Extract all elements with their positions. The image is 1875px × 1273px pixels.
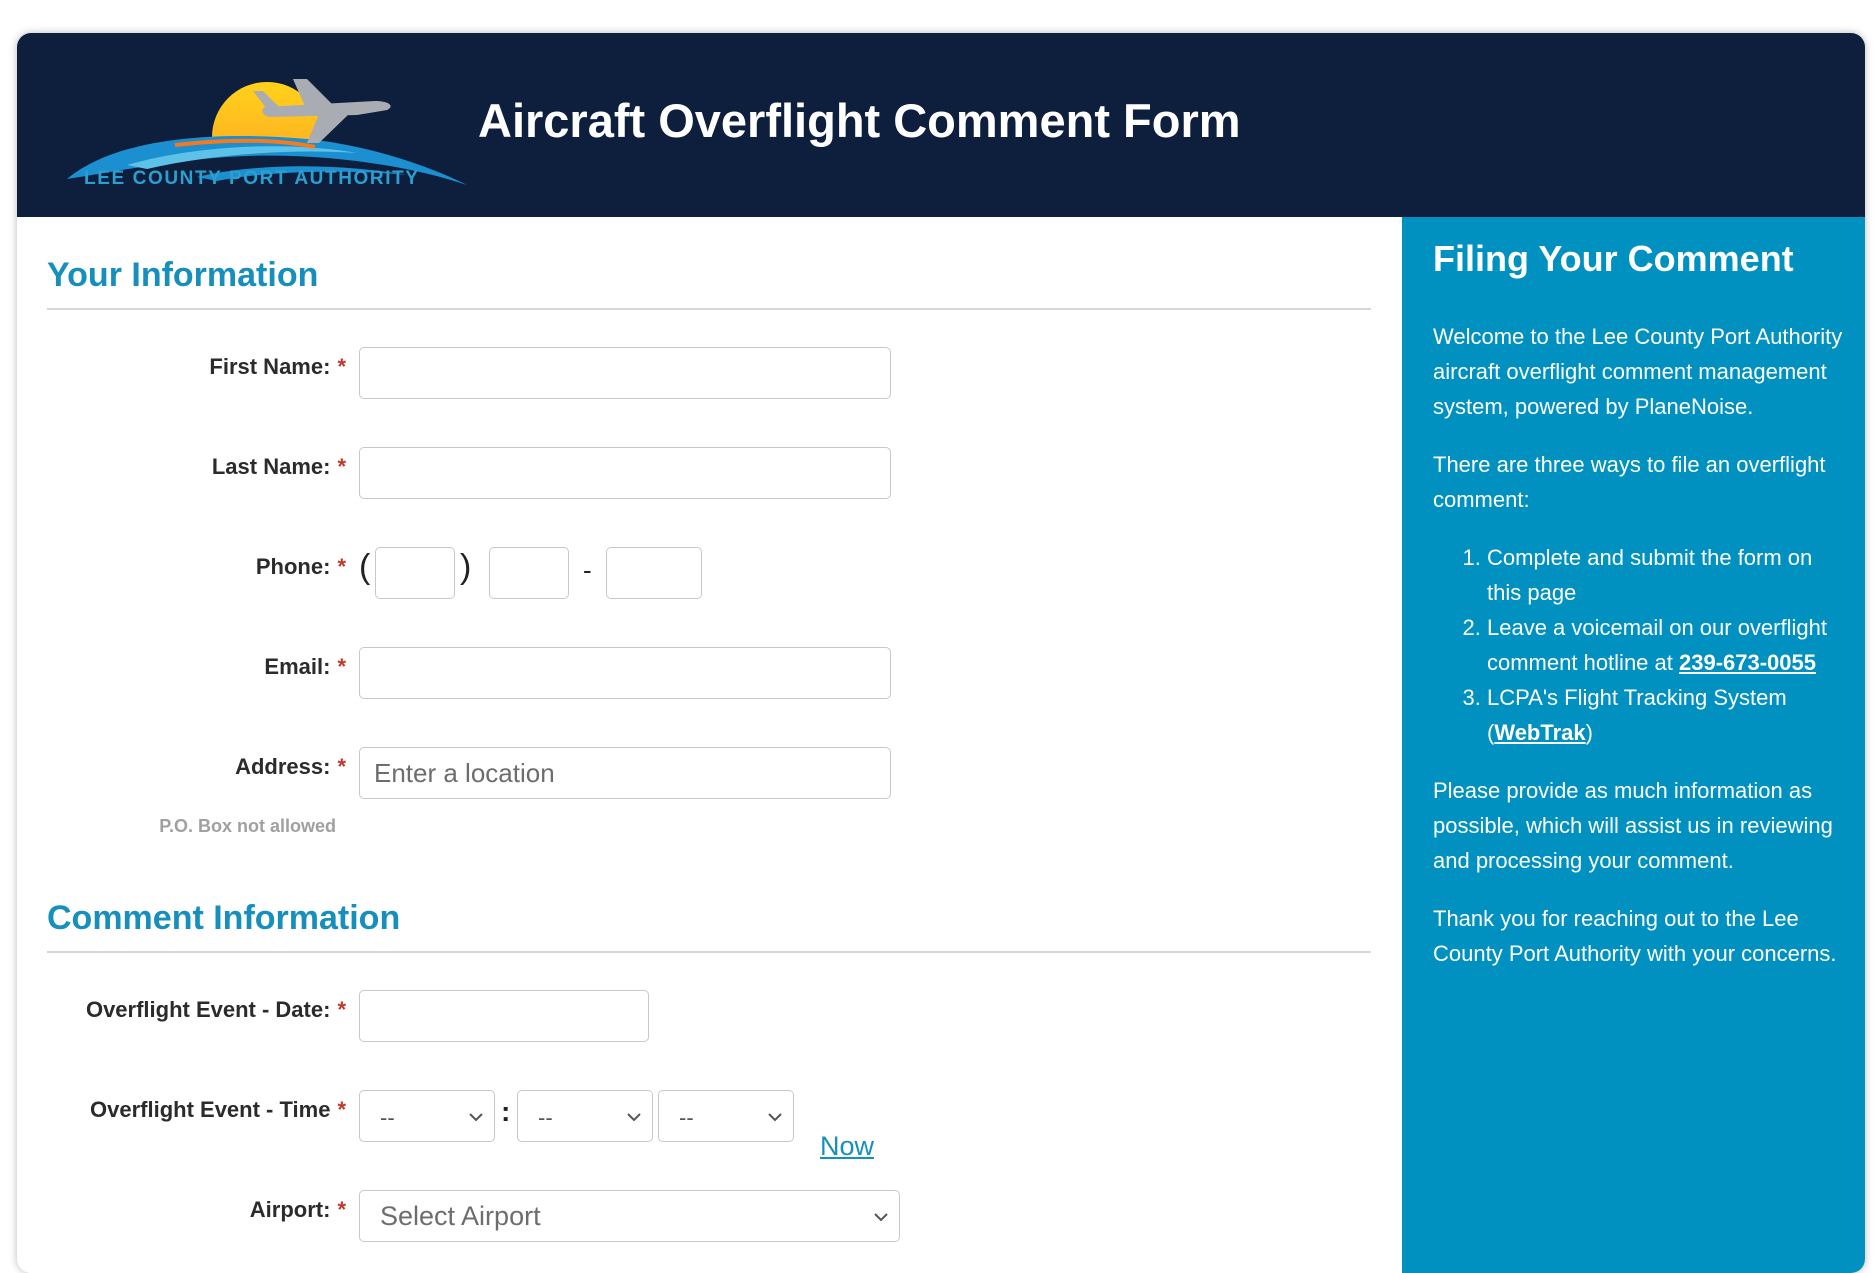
phone-area-code-input[interactable] bbox=[375, 547, 455, 599]
webtrak-link[interactable]: WebTrak bbox=[1494, 720, 1585, 745]
minute-select-value: -- bbox=[538, 1105, 553, 1130]
phone-line-input[interactable] bbox=[606, 547, 702, 599]
required-marker: * bbox=[337, 1097, 346, 1122]
required-marker: * bbox=[337, 454, 346, 479]
event-time-label: Overflight Event - Time * bbox=[90, 1097, 346, 1122]
chevron-down-icon bbox=[768, 1113, 782, 1122]
required-marker: * bbox=[337, 554, 346, 579]
email-label: Email: * bbox=[264, 654, 346, 679]
time-separator: : bbox=[501, 1096, 511, 1127]
last-name-label: Last Name: * bbox=[211, 454, 346, 479]
required-marker: * bbox=[337, 654, 346, 679]
hotline-link[interactable]: 239-673-0055 bbox=[1679, 650, 1816, 675]
sidebar-title: Filing Your Comment bbox=[1433, 238, 1794, 279]
sidebar-ways-intro: There are three ways to file an overflig… bbox=[1433, 452, 1826, 512]
page-title: Aircraft Overflight Comment Form bbox=[478, 94, 1241, 147]
required-marker: * bbox=[337, 1197, 346, 1222]
address-hint: P.O. Box not allowed bbox=[159, 816, 336, 836]
chevron-down-icon bbox=[627, 1113, 641, 1122]
ways-list: Complete and submit the form on this pag… bbox=[1433, 540, 1843, 750]
airport-label: Airport: * bbox=[249, 1197, 346, 1222]
way-item-webtrak: LCPA's Flight Tracking System (WebTrak) bbox=[1487, 680, 1843, 750]
required-marker: * bbox=[337, 997, 346, 1022]
address-input[interactable] bbox=[359, 747, 891, 799]
phone-label: Phone: * bbox=[255, 554, 346, 579]
minute-select[interactable]: -- bbox=[517, 1090, 653, 1142]
ampm-select-value: -- bbox=[679, 1105, 694, 1130]
sidebar-more-info: Please provide as much information as po… bbox=[1433, 778, 1833, 873]
airport-select-value: Select Airport bbox=[380, 1201, 541, 1231]
required-marker: * bbox=[337, 754, 346, 779]
airport-select[interactable]: Select Airport bbox=[359, 1190, 900, 1242]
form-card: LEE COUNTY PORT AUTHORITY Aircraft Overf… bbox=[17, 33, 1865, 1273]
chevron-down-icon bbox=[469, 1113, 483, 1122]
hour-select-value: -- bbox=[380, 1105, 395, 1130]
phone-open-paren: ( bbox=[359, 548, 371, 586]
section-divider bbox=[47, 308, 1371, 310]
first-name-label: First Name: * bbox=[209, 354, 346, 379]
filing-sidebar: Filing Your Comment Welcome to the Lee C… bbox=[1402, 217, 1865, 1273]
now-link[interactable]: Now bbox=[820, 1131, 874, 1162]
email-input[interactable] bbox=[359, 647, 891, 699]
way-item-voicemail: Leave a voicemail on our overflight comm… bbox=[1487, 610, 1843, 680]
sidebar-body: Welcome to the Lee County Port Authority… bbox=[1433, 319, 1843, 994]
sidebar-intro: Welcome to the Lee County Port Authority… bbox=[1433, 324, 1843, 419]
first-name-input[interactable] bbox=[359, 347, 891, 399]
phone-prefix-input[interactable] bbox=[489, 547, 569, 599]
required-marker: * bbox=[337, 354, 346, 379]
phone-close-paren: ) bbox=[460, 548, 472, 586]
hour-select[interactable]: -- bbox=[359, 1090, 495, 1142]
event-date-input[interactable] bbox=[359, 990, 649, 1042]
section-divider bbox=[47, 951, 1371, 953]
form-main: Your Information First Name: * Last Name:… bbox=[17, 217, 1402, 1273]
way-item-form: Complete and submit the form on this pag… bbox=[1487, 540, 1843, 610]
last-name-input[interactable] bbox=[359, 447, 891, 499]
your-information-heading: Your Information bbox=[47, 256, 319, 294]
phone-dash: - bbox=[583, 555, 592, 585]
event-date-label: Overflight Event - Date: * bbox=[85, 997, 346, 1022]
logo-text: LEE COUNTY PORT AUTHORITY bbox=[84, 168, 420, 189]
address-label: Address: * bbox=[235, 754, 346, 779]
comment-information-heading: Comment Information bbox=[47, 899, 401, 937]
sidebar-thanks: Thank you for reaching out to the Lee Co… bbox=[1433, 906, 1837, 966]
header-bar: LEE COUNTY PORT AUTHORITY Aircraft Overf… bbox=[17, 33, 1865, 217]
chevron-down-icon bbox=[874, 1213, 888, 1222]
ampm-select[interactable]: -- bbox=[658, 1090, 794, 1142]
